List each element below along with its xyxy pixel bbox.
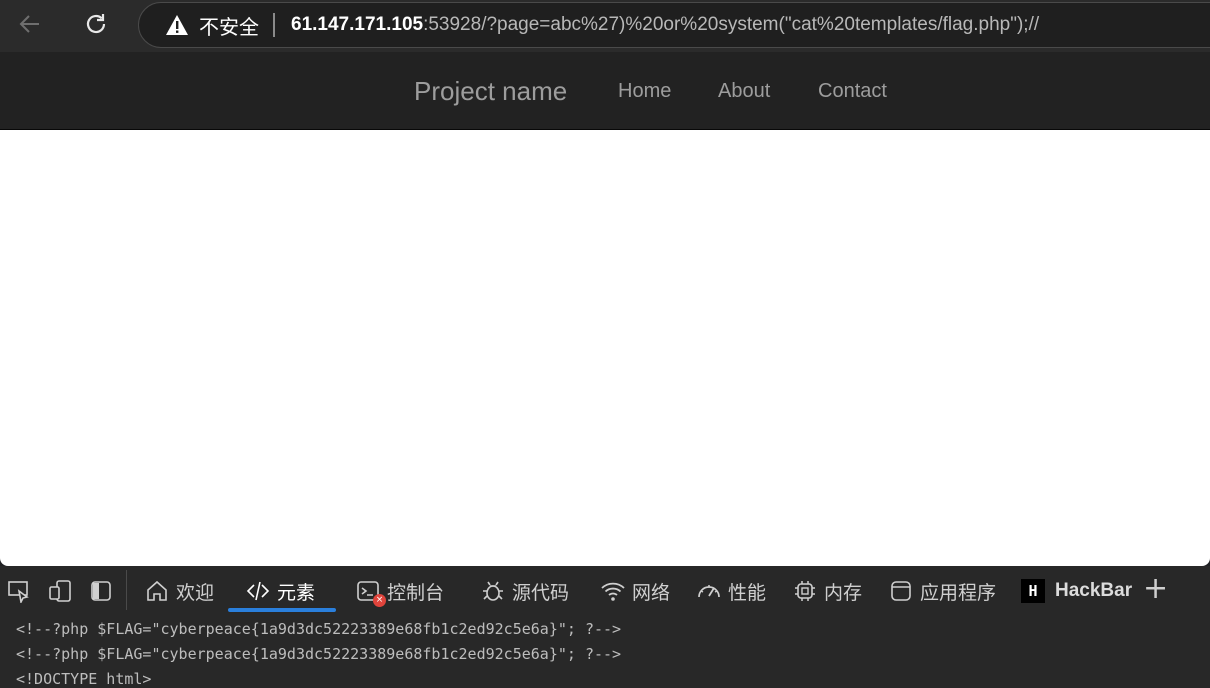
console-icon: ×	[355, 578, 386, 607]
tab-memory-label: 内存	[824, 581, 863, 604]
tab-hackbar-label: HackBar	[1055, 580, 1133, 601]
tab-memory[interactable]: 内存	[792, 578, 862, 604]
reload-icon	[86, 14, 106, 34]
error-badge-icon: ×	[373, 594, 386, 607]
site-navbar: Project name Home About Contact	[0, 52, 1210, 130]
back-button[interactable]	[14, 8, 46, 40]
url-path[interactable]: :53928/?page=abc%27)%20or%20system("cat%…	[423, 14, 1039, 36]
wifi-icon	[600, 578, 626, 604]
window-icon	[888, 578, 914, 604]
home-icon	[144, 578, 170, 604]
warning-icon[interactable]	[165, 14, 189, 36]
nav-link-about[interactable]: About	[718, 80, 770, 103]
code-icon	[245, 578, 271, 604]
reload-button[interactable]	[80, 8, 112, 40]
tab-network-label: 网络	[632, 581, 671, 604]
add-tab-icon[interactable]: +	[1143, 574, 1168, 604]
web-page: Project name Home About Contact	[0, 52, 1210, 566]
address-divider	[273, 13, 275, 37]
tab-console[interactable]: × 控制台	[355, 578, 445, 607]
tab-welcome[interactable]: 欢迎	[144, 578, 214, 604]
devtools-tabbar: 欢迎 元素 × 控制台 源代码 网络 性能 内存 应用程序 H HackBar …	[0, 566, 1210, 614]
tab-performance[interactable]: 性能	[696, 578, 766, 604]
site-brand[interactable]: Project name	[414, 76, 567, 107]
tab-performance-label: 性能	[728, 581, 767, 604]
tab-sources-label: 源代码	[512, 581, 570, 604]
nav-link-home[interactable]: Home	[618, 80, 671, 103]
device-emulation-icon[interactable]	[47, 578, 73, 604]
browser-toolbar: 不安全 61.147.171.105:53928/?page=abc%27)%2…	[0, 0, 1210, 52]
nav-link-contact[interactable]: Contact	[818, 80, 887, 103]
tab-elements-label: 元素	[277, 581, 316, 604]
tab-application[interactable]: 应用程序	[888, 578, 996, 604]
code-line[interactable]: <!--?php $FLAG="cyberpeace{1a9d3dc522233…	[16, 645, 621, 663]
security-label[interactable]: 不安全	[199, 11, 259, 40]
arrow-left-icon	[19, 15, 39, 33]
tab-application-label: 应用程序	[920, 581, 997, 604]
tab-welcome-label: 欢迎	[176, 581, 215, 604]
bug-icon	[480, 578, 506, 604]
tab-elements[interactable]: 元素	[245, 578, 315, 604]
tab-hackbar[interactable]: H HackBar	[1021, 578, 1132, 604]
tab-console-label: 控制台	[387, 581, 445, 604]
toolbar-divider	[126, 570, 127, 610]
tab-network[interactable]: 网络	[600, 578, 670, 604]
hackbar-logo-icon: H	[1021, 579, 1045, 603]
devtools-panel: 欢迎 元素 × 控制台 源代码 网络 性能 内存 应用程序 H HackBar …	[0, 566, 1210, 688]
address-bar[interactable]: 不安全 61.147.171.105:53928/?page=abc%27)%2…	[138, 2, 1210, 48]
gauge-icon	[696, 578, 722, 604]
url-host[interactable]: 61.147.171.105	[291, 14, 423, 36]
active-tab-indicator	[228, 608, 336, 612]
inspect-element-icon[interactable]	[6, 578, 32, 604]
code-line[interactable]: <!--?php $FLAG="cyberpeace{1a9d3dc522233…	[16, 620, 621, 638]
dock-side-icon[interactable]	[88, 578, 114, 604]
tab-sources[interactable]: 源代码	[480, 578, 569, 604]
code-line[interactable]: <!DOCTYPE html>	[16, 670, 151, 688]
chip-icon	[792, 578, 818, 604]
